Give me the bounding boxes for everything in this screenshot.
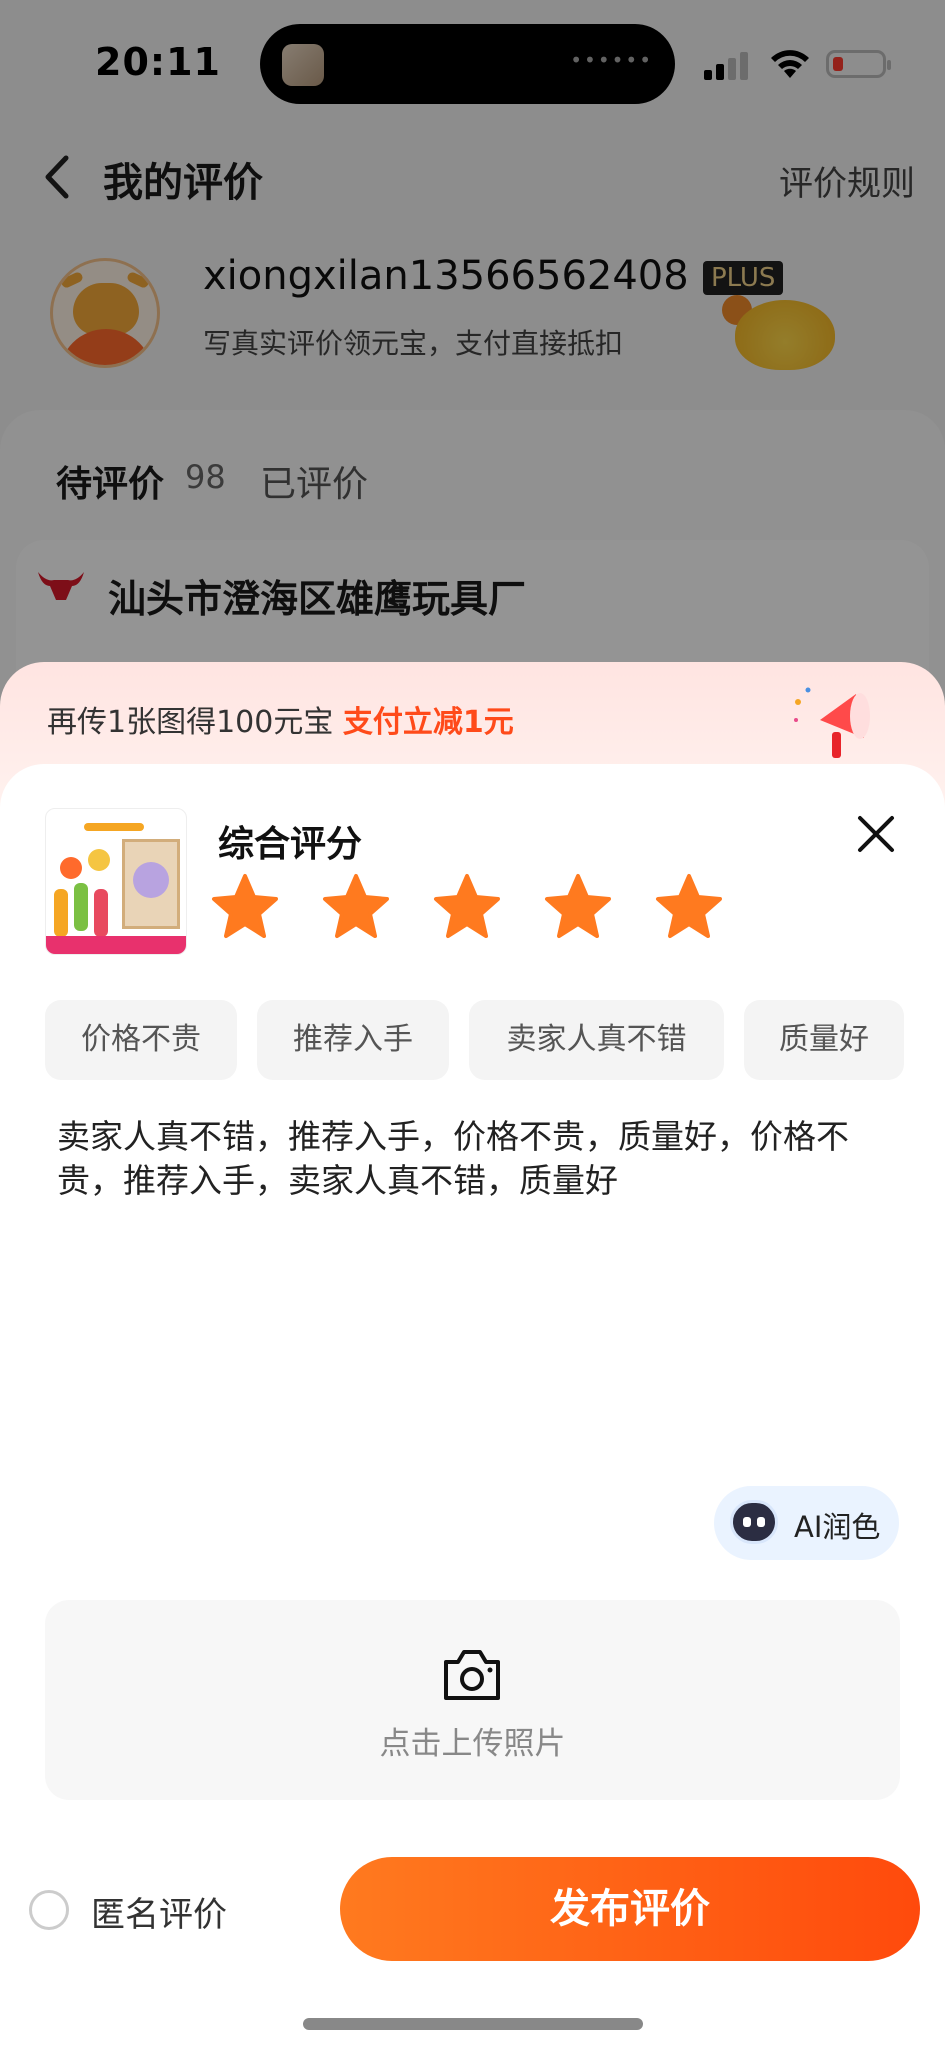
- upload-hint: 点击上传照片: [379, 1726, 566, 1762]
- star-icon[interactable]: [432, 872, 502, 942]
- star-icon[interactable]: [321, 872, 391, 942]
- ai-robot-icon: [730, 1500, 778, 1544]
- tag-chip[interactable]: 推荐入手: [257, 1000, 449, 1080]
- product-thumbnail: [45, 808, 187, 955]
- tag-chip[interactable]: 价格不贵: [45, 1000, 237, 1080]
- bonus-highlight: 支付立减1元: [342, 705, 514, 740]
- tag-chip[interactable]: 质量好: [744, 1000, 904, 1080]
- megaphone-icon: [794, 687, 870, 758]
- close-icon[interactable]: [854, 812, 898, 856]
- anonymous-label[interactable]: 匿名评价: [91, 1887, 227, 1936]
- tag-chip[interactable]: 卖家人真不错: [469, 1000, 724, 1080]
- star-icon[interactable]: [654, 872, 724, 942]
- anonymous-checkbox[interactable]: [29, 1890, 69, 1930]
- ai-polish-label: AI润色: [794, 1510, 881, 1544]
- home-indicator: [303, 2018, 643, 2030]
- camera-icon: [444, 1650, 500, 1700]
- star-icon[interactable]: [543, 872, 613, 942]
- ai-polish-button[interactable]: AI润色: [714, 1486, 899, 1560]
- review-sheet: [0, 764, 945, 2048]
- bonus-text: 再传1张图得100元宝 支付立减1元: [47, 705, 514, 740]
- publish-review-button[interactable]: 发布评价: [340, 1857, 920, 1961]
- rating-title: 综合评分: [218, 824, 363, 865]
- quick-tags: 价格不贵 推荐入手 卖家人真不错 质量好: [45, 1000, 945, 1080]
- review-text-area[interactable]: 卖家人真不错，推荐入手，价格不贵，质量好，价格不贵，推荐入手，卖家人真不错，质量…: [57, 1115, 897, 1203]
- star-icon[interactable]: [210, 872, 280, 942]
